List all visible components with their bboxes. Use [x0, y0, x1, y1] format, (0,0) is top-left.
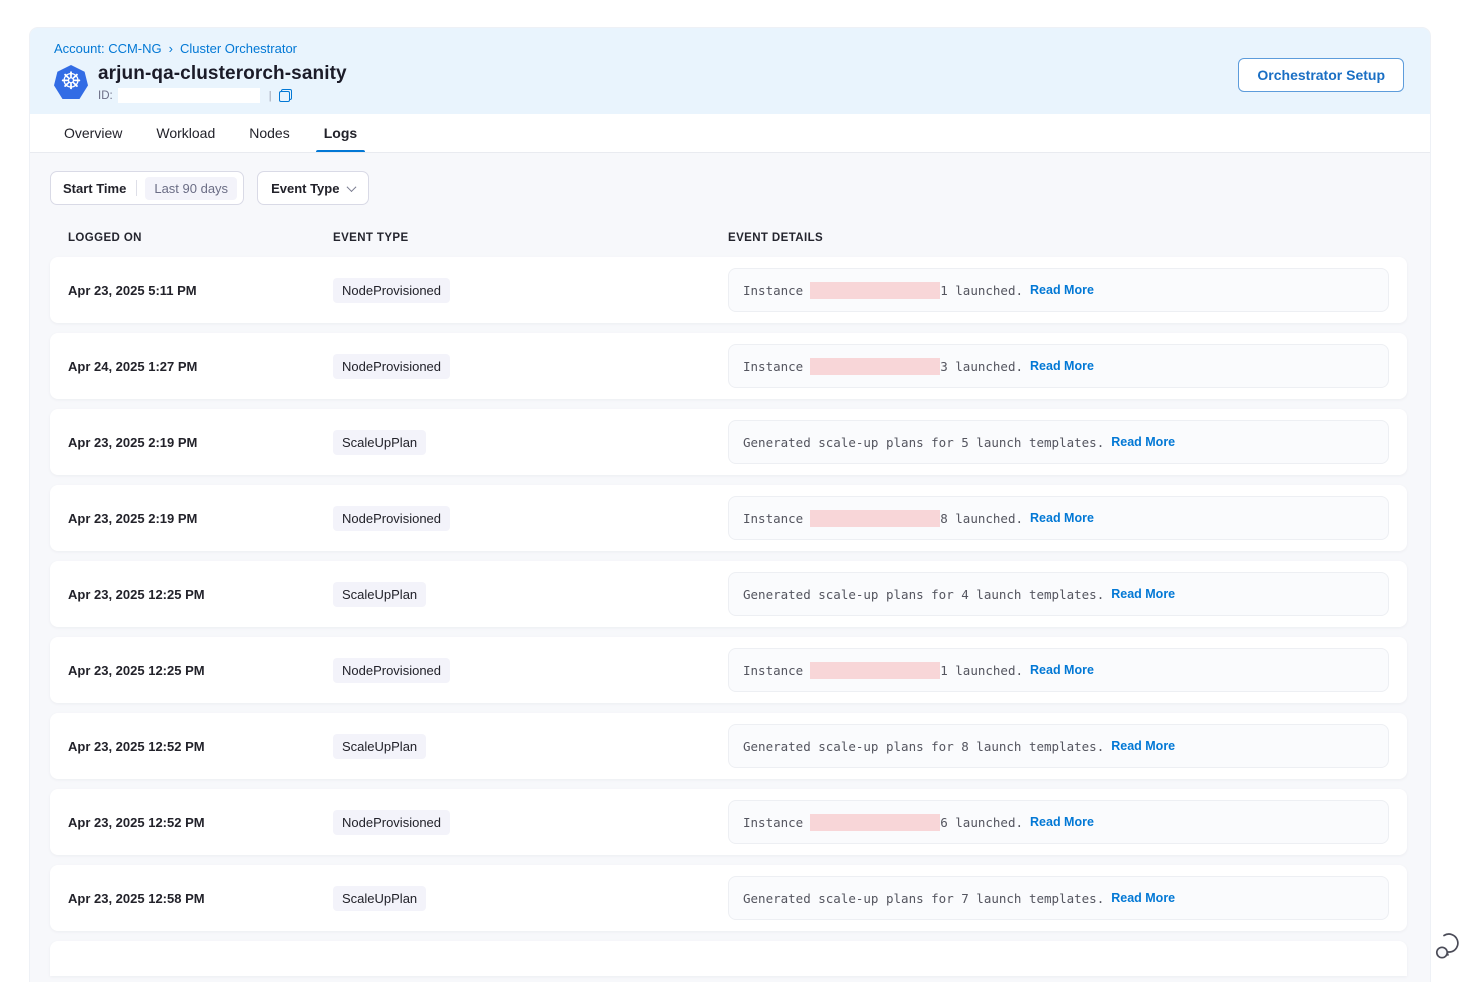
event-details-box: Instance 1 launched. Read More: [728, 268, 1389, 312]
table-row: Apr 23, 2025 12:58 PM ScaleUpPlan Genera…: [50, 865, 1407, 931]
table-header: LOGGED ON EVENT TYPE EVENT DETAILS: [50, 232, 1407, 244]
orchestrator-setup-button[interactable]: Orchestrator Setup: [1238, 58, 1404, 92]
table-row: Apr 23, 2025 12:25 PM NodeProvisioned In…: [50, 637, 1407, 703]
event-details-box: Generated scale-up plans for 8 launch te…: [728, 724, 1389, 768]
details-suffix: 8 launched.: [940, 511, 1023, 526]
details-prefix: Generated scale-up plans for 7 launch te…: [743, 891, 1104, 906]
redacted-instance-id: [810, 358, 940, 375]
id-separator: |: [269, 90, 272, 102]
details-suffix: 1 launched.: [940, 283, 1023, 298]
event-details-box: Generated scale-up plans for 5 launch te…: [728, 420, 1389, 464]
breadcrumb: Account: CCM-NG › Cluster Orchestrator: [54, 41, 1406, 56]
table-row-partial: [50, 941, 1407, 976]
table-row: Apr 23, 2025 2:19 PM NodeProvisioned Ins…: [50, 485, 1407, 551]
logged-on: Apr 23, 2025 2:19 PM: [68, 435, 333, 450]
details-suffix: 1 launched.: [940, 663, 1023, 678]
column-header-event-details: EVENT DETAILS: [728, 232, 1389, 244]
logged-on: Apr 23, 2025 5:11 PM: [68, 283, 333, 298]
chat-bubble-icon[interactable]: [1434, 930, 1464, 962]
table-row: Apr 23, 2025 12:52 PM NodeProvisioned In…: [50, 789, 1407, 855]
filter-divider: [136, 180, 137, 196]
details-prefix: Instance: [743, 663, 803, 678]
logged-on: Apr 23, 2025 12:25 PM: [68, 663, 333, 678]
chevron-down-icon: [347, 182, 357, 192]
breadcrumb-section-link[interactable]: Cluster Orchestrator: [180, 41, 297, 56]
details-suffix: 6 launched.: [940, 815, 1023, 830]
details-prefix: Generated scale-up plans for 5 launch te…: [743, 435, 1104, 450]
page-title: arjun-qa-clusterorch-sanity: [98, 63, 347, 85]
event-type-badge: NodeProvisioned: [333, 506, 450, 531]
logged-on: Apr 23, 2025 12:52 PM: [68, 815, 333, 830]
details-prefix: Instance: [743, 359, 803, 374]
logged-on: Apr 23, 2025 2:19 PM: [68, 511, 333, 526]
details-prefix: Generated scale-up plans for 4 launch te…: [743, 587, 1104, 602]
filter-bar: Start Time Last 90 days Event Type: [50, 171, 1407, 205]
redacted-instance-id: [810, 510, 940, 527]
event-details-box: Generated scale-up plans for 4 launch te…: [728, 572, 1389, 616]
details-prefix: Instance: [743, 283, 803, 298]
logged-on: Apr 23, 2025 12:52 PM: [68, 739, 333, 754]
kubernetes-icon: ☸: [54, 65, 88, 99]
details-prefix: Generated scale-up plans for 8 launch te…: [743, 739, 1104, 754]
copy-icon[interactable]: [279, 89, 292, 102]
event-details-box: Instance 1 launched. Read More: [728, 648, 1389, 692]
event-type-badge: NodeProvisioned: [333, 278, 450, 303]
read-more-link[interactable]: Read More: [1030, 815, 1094, 829]
id-label: ID:: [98, 90, 113, 102]
table-row: Apr 24, 2025 1:27 PM NodeProvisioned Ins…: [50, 333, 1407, 399]
logged-on: Apr 23, 2025 12:58 PM: [68, 891, 333, 906]
read-more-link[interactable]: Read More: [1030, 511, 1094, 525]
event-details-box: Instance 8 launched. Read More: [728, 496, 1389, 540]
event-type-dropdown[interactable]: Event Type: [257, 171, 369, 205]
tab-nodes[interactable]: Nodes: [247, 114, 291, 152]
start-time-filter[interactable]: Start Time Last 90 days: [50, 171, 244, 205]
logged-on: Apr 24, 2025 1:27 PM: [68, 359, 333, 374]
breadcrumb-account-link[interactable]: Account: CCM-NG: [54, 41, 162, 56]
cluster-orchestrator-panel: Account: CCM-NG › Cluster Orchestrator ☸…: [30, 28, 1430, 982]
details-prefix: Instance: [743, 815, 803, 830]
event-type-badge: NodeProvisioned: [333, 354, 450, 379]
event-details-box: Instance 3 launched. Read More: [728, 344, 1389, 388]
event-details-box: Generated scale-up plans for 7 launch te…: [728, 876, 1389, 920]
details-prefix: Instance: [743, 511, 803, 526]
read-more-link[interactable]: Read More: [1111, 891, 1175, 905]
read-more-link[interactable]: Read More: [1030, 283, 1094, 297]
column-header-logged-on: LOGGED ON: [68, 232, 333, 244]
read-more-link[interactable]: Read More: [1111, 739, 1175, 753]
redacted-instance-id: [810, 662, 940, 679]
table-body: Apr 23, 2025 5:11 PM NodeProvisioned Ins…: [50, 257, 1407, 931]
event-type-badge: ScaleUpPlan: [333, 734, 426, 759]
table-row: Apr 23, 2025 12:52 PM ScaleUpPlan Genera…: [50, 713, 1407, 779]
read-more-link[interactable]: Read More: [1030, 663, 1094, 677]
page-header: Account: CCM-NG › Cluster Orchestrator ☸…: [30, 28, 1430, 114]
event-type-label: Event Type: [271, 181, 339, 196]
logged-on: Apr 23, 2025 12:25 PM: [68, 587, 333, 602]
details-suffix: 3 launched.: [940, 359, 1023, 374]
tab-overview[interactable]: Overview: [62, 114, 124, 152]
tab-workload[interactable]: Workload: [154, 114, 217, 152]
start-time-value[interactable]: Last 90 days: [145, 177, 237, 200]
event-type-badge: ScaleUpPlan: [333, 886, 426, 911]
read-more-link[interactable]: Read More: [1030, 359, 1094, 373]
start-time-label: Start Time: [63, 181, 126, 196]
table-row: Apr 23, 2025 2:19 PM ScaleUpPlan Generat…: [50, 409, 1407, 475]
tab-logs[interactable]: Logs: [322, 114, 359, 152]
event-type-badge: ScaleUpPlan: [333, 582, 426, 607]
read-more-link[interactable]: Read More: [1111, 435, 1175, 449]
table-row: Apr 23, 2025 12:25 PM ScaleUpPlan Genera…: [50, 561, 1407, 627]
redacted-cluster-id: [118, 88, 260, 103]
event-type-badge: NodeProvisioned: [333, 658, 450, 683]
breadcrumb-separator: ›: [169, 41, 173, 56]
table-row: Apr 23, 2025 5:11 PM NodeProvisioned Ins…: [50, 257, 1407, 323]
event-type-badge: NodeProvisioned: [333, 810, 450, 835]
redacted-instance-id: [810, 282, 940, 299]
read-more-link[interactable]: Read More: [1111, 587, 1175, 601]
tab-bar: Overview Workload Nodes Logs: [30, 114, 1430, 153]
redacted-instance-id: [810, 814, 940, 831]
event-type-badge: ScaleUpPlan: [333, 430, 426, 455]
event-details-box: Instance 6 launched. Read More: [728, 800, 1389, 844]
column-header-event-type: EVENT TYPE: [333, 232, 728, 244]
